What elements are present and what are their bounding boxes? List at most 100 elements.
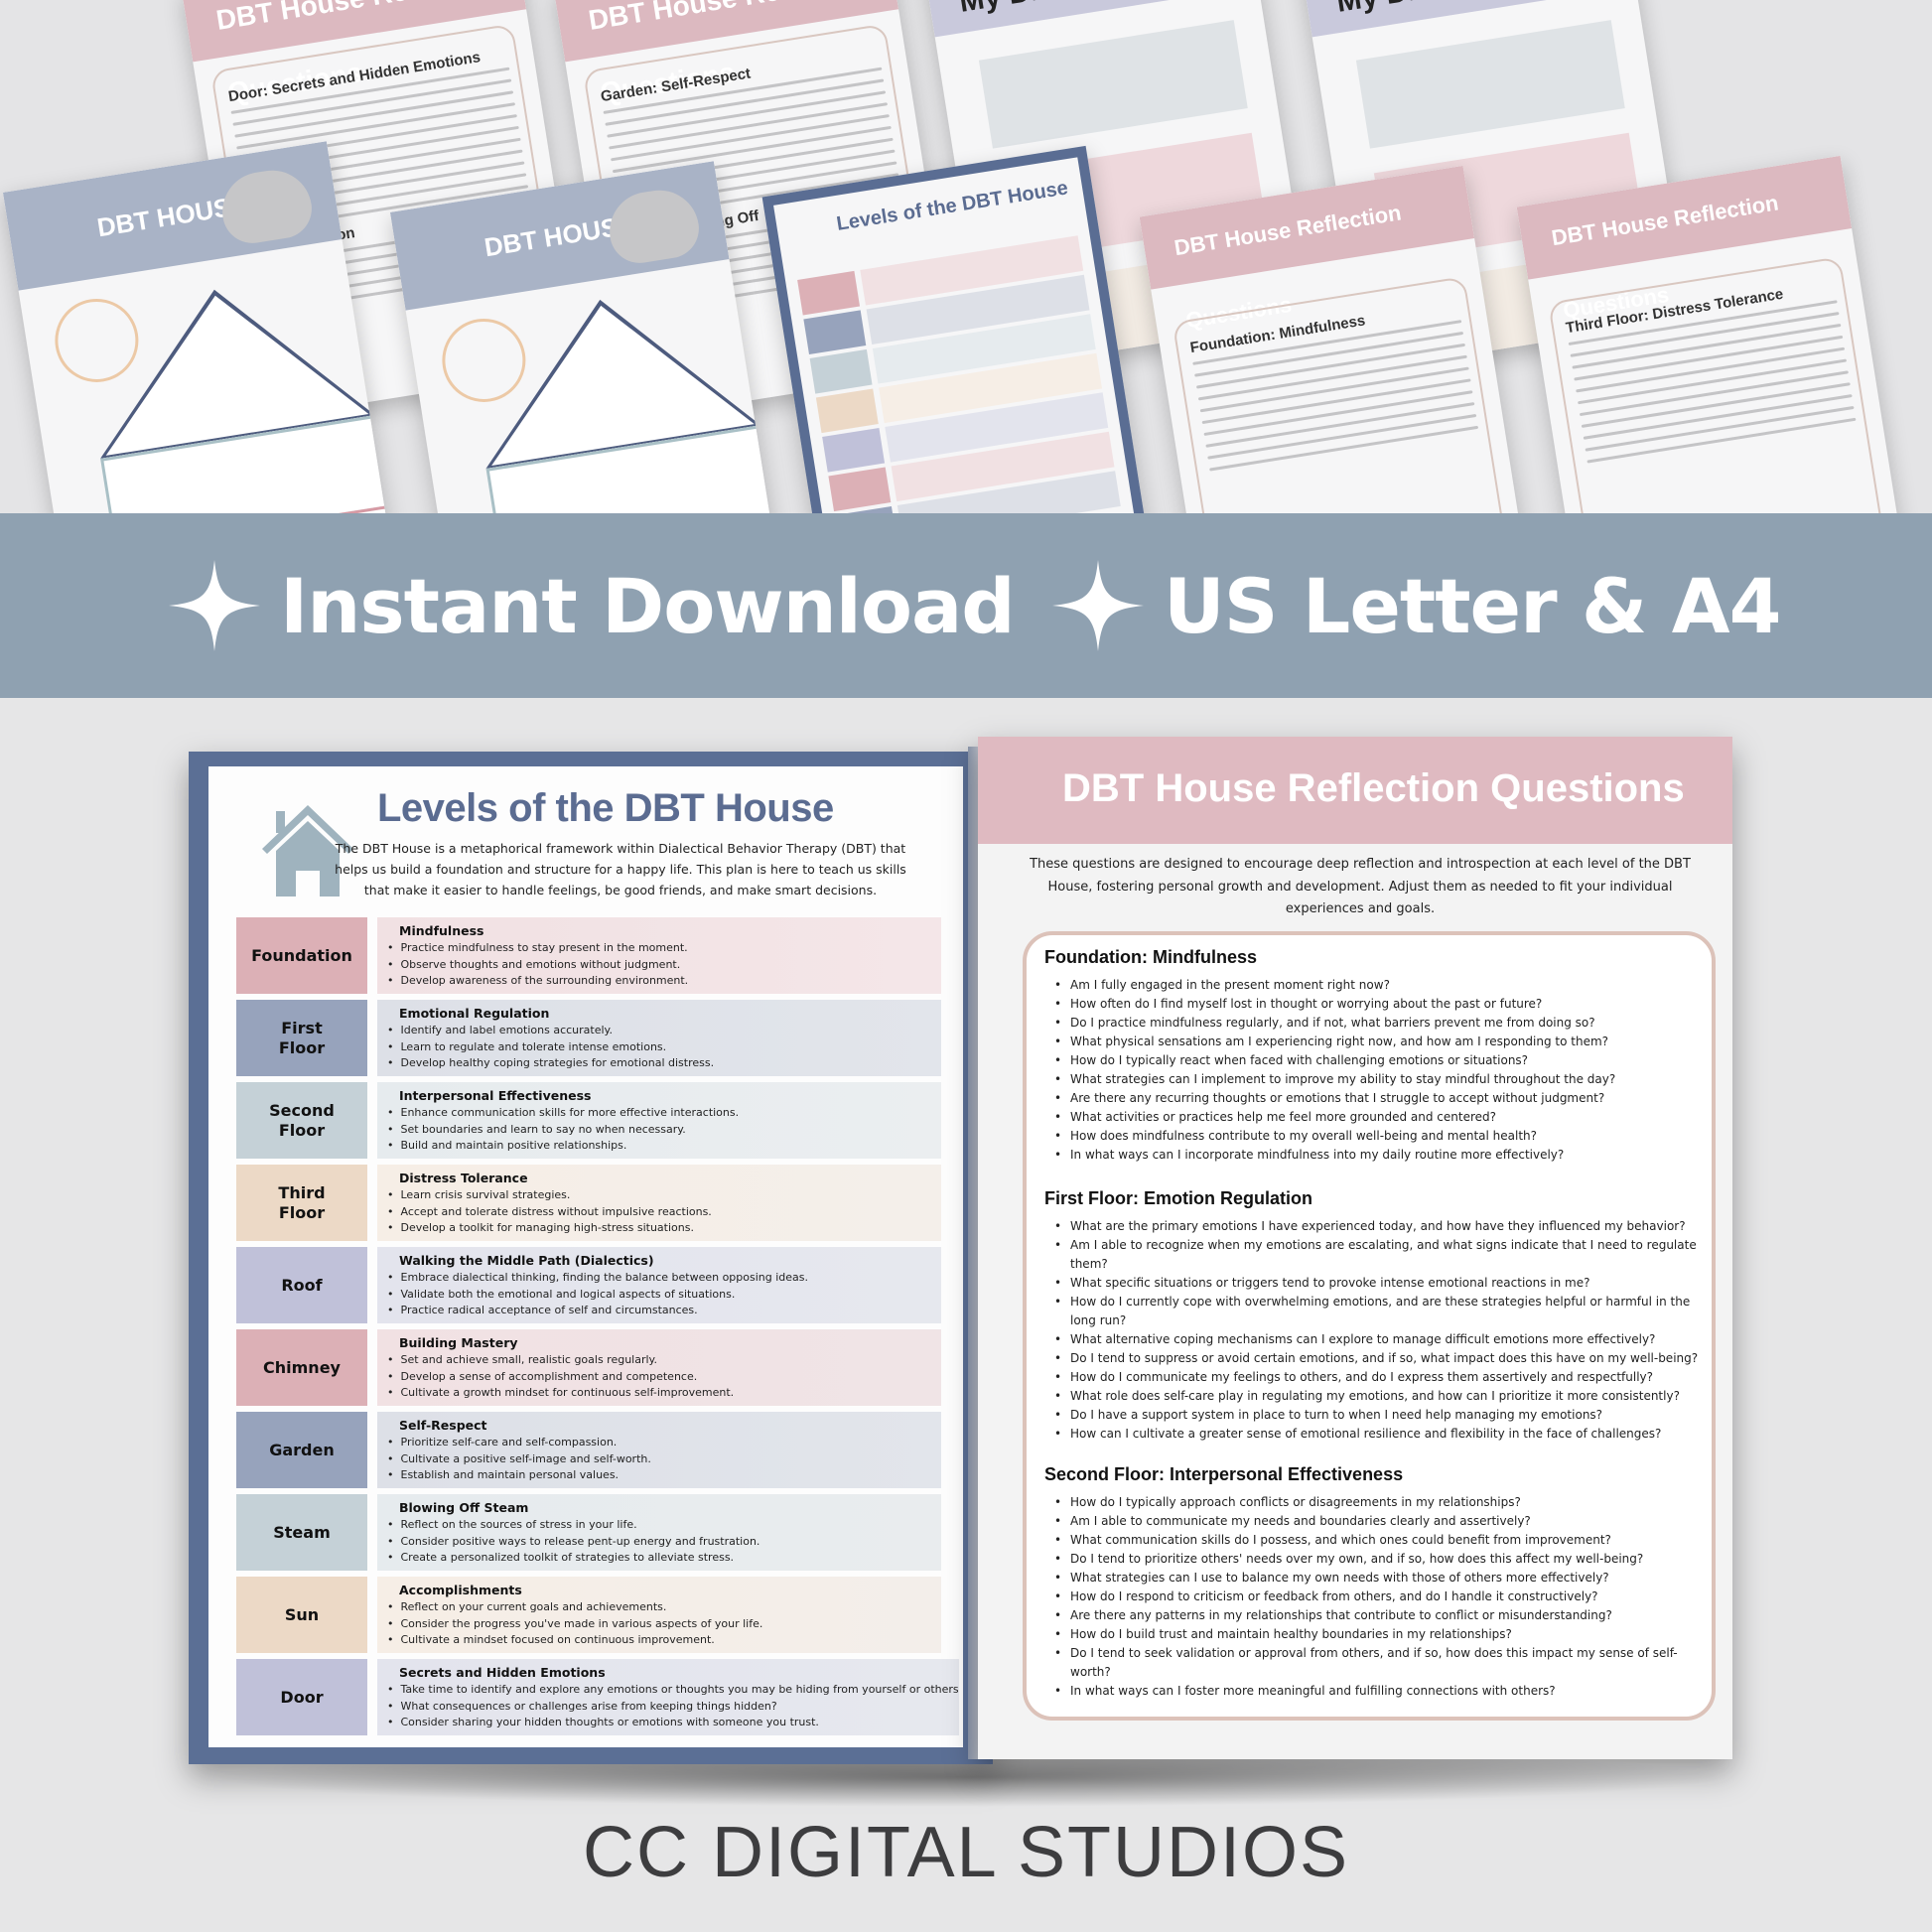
question: What strategies can I use to balance my … [1054, 1569, 1710, 1587]
level-bullet: Develop a toolkit for managing high-stre… [399, 1220, 941, 1237]
thumbnail-reflection-third-floor: DBT House Reflection Questions Third Flo… [1516, 155, 1909, 513]
level-bullet: Develop healthy coping strategies for em… [399, 1055, 941, 1072]
level-row: Roof Walking the Middle Path (Dialectics… [236, 1247, 941, 1323]
question: How do I typically react when faced with… [1054, 1051, 1710, 1070]
level-row: Sun Accomplishments Reflect on your curr… [236, 1577, 941, 1653]
question: What are the primary emotions I have exp… [1054, 1217, 1710, 1236]
level-bullet: Consider positive ways to release pent-u… [399, 1534, 941, 1551]
level-label: Third Floor [236, 1165, 367, 1241]
banner-item-paper-sizes: US Letter & A4 [1052, 513, 1781, 698]
level-heading: Building Mastery [399, 1335, 518, 1350]
level-bullet: Validate both the emotional and logical … [399, 1287, 941, 1304]
level-bullet: Observe thoughts and emotions without ju… [399, 957, 941, 974]
page-intro: The DBT House is a metaphorical framewor… [335, 841, 906, 897]
question-section-foundation: Foundation: Mindfulness Am I fully engag… [1044, 947, 1710, 1165]
level-bullet: Build and maintain positive relationship… [399, 1138, 941, 1155]
level-heading: Secrets and Hidden Emotions [399, 1665, 606, 1680]
question: What communication skills do I possess, … [1054, 1531, 1710, 1550]
level-row: Second Floor Interpersonal Effectiveness… [236, 1082, 941, 1159]
level-heading: Interpersonal Effectiveness [399, 1088, 592, 1103]
level-row: Door Secrets and Hidden Emotions Take ti… [236, 1659, 959, 1735]
question: What specific situations or triggers ten… [1054, 1274, 1710, 1293]
level-bullet: Practice mindfulness to stay present in … [399, 940, 941, 957]
section-heading: Second Floor: Interpersonal Effectivenes… [1044, 1464, 1404, 1484]
question: How do I communicate my feelings to othe… [1054, 1368, 1710, 1387]
level-bullet: Establish and maintain personal values. [399, 1467, 941, 1484]
level-bullet: Learn to regulate and tolerate intense e… [399, 1039, 941, 1056]
question: Do I practice mindfulness regularly, and… [1054, 1014, 1710, 1033]
level-heading: Emotional Regulation [399, 1006, 550, 1021]
banner-item-instant-download: Instant Download [169, 513, 1016, 698]
sparkle-icon [1052, 560, 1144, 651]
question: How often do I find myself lost in thoug… [1054, 995, 1710, 1014]
question-section-second-floor: Second Floor: Interpersonal Effectivenes… [1044, 1464, 1710, 1701]
question: What alternative coping mechanisms can I… [1054, 1330, 1710, 1349]
section-heading: First Floor: Emotion Regulation [1044, 1188, 1312, 1208]
question: Are there any recurring thoughts or emot… [1054, 1089, 1710, 1108]
level-row: Foundation Mindfulness Practice mindfuln… [236, 917, 941, 994]
level-label: Foundation [236, 917, 367, 994]
level-bullet: Reflect on the sources of stress in your… [399, 1517, 941, 1534]
level-bullet: Enhance communication skills for more ef… [399, 1105, 941, 1122]
question: What role does self-care play in regulat… [1054, 1387, 1710, 1406]
level-label: Steam [236, 1494, 367, 1571]
level-bullet: Take time to identify and explore any em… [399, 1682, 959, 1699]
level-label: Sun [236, 1577, 367, 1653]
levels-page: Levels of the DBT House The DBT House is… [208, 766, 963, 1747]
page-intro: These questions are designed to encourag… [1030, 857, 1691, 916]
level-bullet: Consider sharing your hidden thoughts or… [399, 1715, 959, 1731]
level-bullet: Develop awareness of the surrounding env… [399, 973, 941, 990]
level-bullet: Cultivate a positive self-image and self… [399, 1451, 941, 1468]
level-bullet: Learn crisis survival strategies. [399, 1187, 941, 1204]
level-row: First Floor Emotional Regulation Identif… [236, 1000, 941, 1076]
level-bullet: Set boundaries and learn to say no when … [399, 1122, 941, 1139]
level-bullet: Set and achieve small, realistic goals r… [399, 1352, 941, 1369]
question: Do I tend to suppress or avoid certain e… [1054, 1349, 1710, 1368]
level-bullet: What consequences or challenges arise fr… [399, 1699, 959, 1716]
brand-name: CC DIGITAL STUDIOS [582, 1813, 1350, 1892]
level-bullet: Embrace dialectical thinking, finding th… [399, 1270, 941, 1287]
level-label: Garden [236, 1412, 367, 1488]
level-row: Chimney Building Mastery Set and achieve… [236, 1329, 941, 1406]
thumbnail-title: Levels of the DBT House [835, 177, 1070, 235]
banner-label: US Letter & A4 [1164, 561, 1781, 650]
level-bullet: Consider the progress you've made in var… [399, 1616, 941, 1633]
page-title: Levels of the DBT House [377, 786, 834, 830]
product-preview-collage: DBT House Reflection Questions Door: Sec… [0, 0, 1932, 513]
level-bullet: Create a personalized toolkit of strateg… [399, 1550, 941, 1567]
level-row: Steam Blowing Off Steam Reflect on the s… [236, 1494, 941, 1571]
level-bullet: Accept and tolerate distress without imp… [399, 1204, 941, 1221]
question: How do I currently cope with overwhelmin… [1054, 1293, 1710, 1330]
question: How does mindfulness contribute to my ov… [1054, 1127, 1710, 1146]
page-header: DBT House Reflection Questions [978, 737, 1732, 844]
question: Are there any patterns in my relationshi… [1054, 1606, 1710, 1625]
question: Am I able to recognize when my emotions … [1054, 1236, 1710, 1274]
question: Am I fully engaged in the present moment… [1054, 976, 1710, 995]
level-heading: Accomplishments [399, 1583, 522, 1597]
level-bullet: Reflect on your current goals and achiev… [399, 1599, 941, 1616]
page-title: DBT House Reflection Questions [1062, 766, 1685, 810]
level-label: Door [236, 1659, 367, 1735]
banner-label: Instant Download [280, 561, 1016, 650]
level-heading: Mindfulness [399, 923, 484, 938]
level-label: Second Floor [236, 1082, 367, 1159]
level-heading: Distress Tolerance [399, 1171, 528, 1185]
level-label: Chimney [236, 1329, 367, 1406]
level-heading: Self-Respect [399, 1418, 487, 1433]
level-bullet: Develop a sense of accomplishment and co… [399, 1369, 941, 1386]
question: How can I cultivate a greater sense of e… [1054, 1425, 1710, 1444]
sparkle-icon [169, 560, 260, 651]
question: Am I able to communicate my needs and bo… [1054, 1512, 1710, 1531]
question: What strategies can I implement to impro… [1054, 1070, 1710, 1089]
feature-banner: Instant Download US Letter & A4 [0, 513, 1932, 698]
question: In what ways can I foster more meaningfu… [1054, 1682, 1710, 1701]
level-heading: Walking the Middle Path (Dialectics) [399, 1253, 654, 1268]
question: Do I tend to seek validation or approval… [1054, 1644, 1710, 1682]
level-bullet: Cultivate a mindset focused on continuou… [399, 1632, 941, 1649]
level-bullet: Identify and label emotions accurately. [399, 1023, 941, 1039]
question: In what ways can I incorporate mindfulne… [1054, 1146, 1710, 1165]
level-row: Third Floor Distress Tolerance Learn cri… [236, 1165, 941, 1241]
level-bullet: Prioritize self-care and self-compassion… [399, 1435, 941, 1451]
level-bullet: Cultivate a growth mindset for continuou… [399, 1385, 941, 1402]
question: How do I typically approach conflicts or… [1054, 1493, 1710, 1512]
